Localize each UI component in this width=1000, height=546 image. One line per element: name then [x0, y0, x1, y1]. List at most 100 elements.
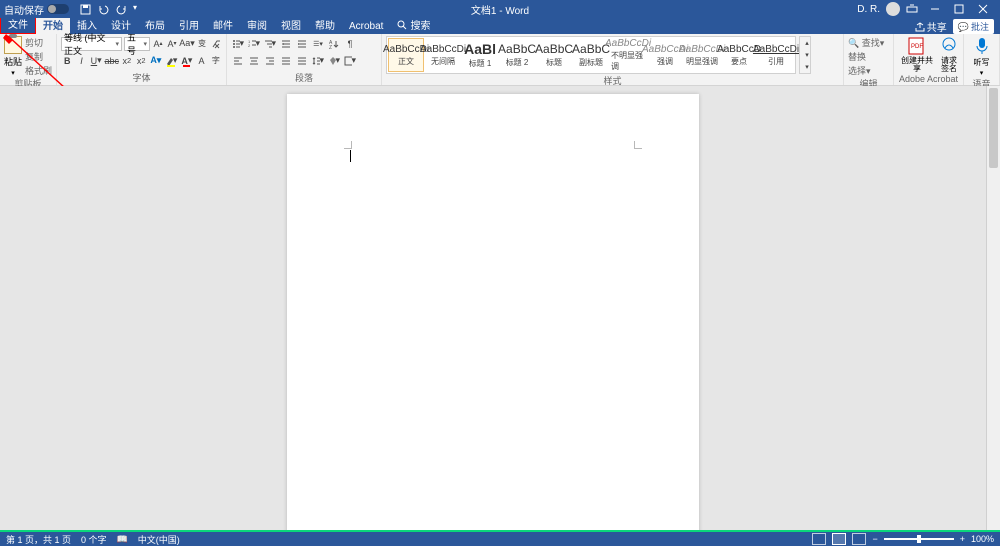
underline-icon[interactable]: U▾	[90, 54, 103, 68]
avatar[interactable]	[886, 2, 900, 16]
font-size-combo[interactable]: 五号▾	[124, 37, 150, 51]
format-painter-button[interactable]: 格式刷	[25, 64, 52, 77]
text-effects-icon[interactable]: A▾	[149, 54, 162, 68]
style-preview: AaBbCcDi	[753, 44, 799, 55]
change-case-icon[interactable]: Aa▾	[180, 37, 194, 51]
style-name-label: 引用	[768, 56, 784, 67]
save-icon[interactable]	[79, 3, 91, 15]
style-item-0[interactable]: AaBbCcDi正文	[388, 38, 424, 72]
style-item-1[interactable]: AaBbCcDi无间隔	[425, 38, 461, 72]
distribute-icon[interactable]	[295, 54, 309, 68]
char-shading-icon[interactable]: A	[195, 54, 207, 68]
phonetic-guide-icon[interactable]: 变	[196, 37, 208, 51]
chevron-down-icon[interactable]: ▾	[11, 69, 15, 77]
align-left-icon[interactable]	[231, 54, 245, 68]
highlight-icon[interactable]: ▾	[164, 54, 178, 68]
cut-button[interactable]: 剪切	[25, 36, 52, 49]
redo-icon[interactable]	[115, 3, 127, 15]
style-item-4[interactable]: AaBbC标题	[536, 38, 572, 72]
gallery-more-icon[interactable]: ▾	[800, 61, 814, 73]
create-share-pdf-button[interactable]: PDF 创建并共享	[898, 36, 936, 74]
paste-button[interactable]: 粘贴 ▾	[4, 36, 22, 77]
document-title: 文档1 - Word	[471, 2, 529, 17]
close-icon[interactable]	[978, 4, 996, 14]
zoom-out-icon[interactable]: −	[872, 534, 877, 544]
replace-button[interactable]: 替换	[848, 50, 889, 63]
font-family-combo[interactable]: 等线 (中文正文▾	[61, 37, 122, 51]
borders-icon[interactable]: ▾	[343, 54, 357, 68]
style-item-7[interactable]: AaBbCcDi强调	[647, 38, 683, 72]
align-center-icon[interactable]	[247, 54, 261, 68]
style-item-5[interactable]: AaBbC副标题	[573, 38, 609, 72]
enclose-char-icon[interactable]: 字	[210, 54, 222, 68]
share-icon	[915, 22, 925, 32]
increase-indent-icon[interactable]	[295, 37, 309, 51]
svg-text:PDF: PDF	[911, 44, 923, 50]
document-workspace[interactable]	[0, 86, 986, 530]
style-item-6[interactable]: AaBbCcDi不明显强调	[610, 38, 646, 72]
comments-button[interactable]: 💬批注	[953, 19, 994, 34]
align-justify-icon[interactable]	[279, 54, 293, 68]
zoom-value[interactable]: 100%	[971, 534, 994, 544]
asian-layout-icon[interactable]: ☰▾	[311, 37, 325, 51]
style-item-8[interactable]: AaBbCcDi明显强调	[684, 38, 720, 72]
style-item-9[interactable]: AaBbCcD要点	[721, 38, 757, 72]
autosave-toggle[interactable]: 自动保存	[4, 2, 69, 17]
dictate-button[interactable]: 听写 ▾	[972, 36, 992, 77]
spellcheck-icon[interactable]: 📖	[117, 534, 128, 545]
line-spacing-icon[interactable]: ▾	[311, 54, 325, 68]
grow-font-icon[interactable]: A▴	[152, 37, 164, 51]
numbering-icon[interactable]: 12▾	[247, 37, 261, 51]
language-indicator[interactable]: 中文(中国)	[138, 533, 180, 546]
shading-icon[interactable]: ▾	[327, 54, 341, 68]
read-mode-icon[interactable]	[812, 533, 826, 545]
undo-icon[interactable]	[97, 3, 109, 15]
sort-icon[interactable]: AZ	[327, 37, 341, 51]
toggle-switch[interactable]	[47, 4, 69, 14]
print-layout-icon[interactable]	[832, 533, 846, 545]
tab-acrobat[interactable]: Acrobat	[342, 19, 390, 34]
style-item-2[interactable]: AaBl标题 1	[462, 38, 498, 72]
maximize-icon[interactable]	[954, 4, 972, 14]
zoom-slider[interactable]	[884, 538, 954, 540]
align-right-icon[interactable]	[263, 54, 277, 68]
style-item-3[interactable]: AaBbC标题 2	[499, 38, 535, 72]
clear-format-icon[interactable]	[210, 37, 222, 51]
show-marks-icon[interactable]: ¶	[343, 37, 357, 51]
gallery-down-icon[interactable]: ▾	[800, 49, 814, 61]
ribbon-tabs: 文件 开始 插入 设计 布局 引用 邮件 审阅 视图 帮助 Acrobat 搜索…	[0, 18, 1000, 34]
strikethrough-icon[interactable]: abc	[105, 54, 119, 68]
group-paragraph: ▾ 12▾ ▾ ☰▾ AZ ¶ ▾ ▾ ▾ 段落	[227, 34, 382, 85]
bold-icon[interactable]: B	[61, 54, 73, 68]
vertical-scrollbar[interactable]	[986, 86, 1000, 530]
style-name-label: 无间隔	[431, 56, 455, 67]
select-button[interactable]: 选择▾	[848, 64, 889, 77]
style-item-10[interactable]: AaBbCcDi引用	[758, 38, 794, 72]
qat-more-icon[interactable]: ▾	[133, 3, 137, 15]
shrink-font-icon[interactable]: A▾	[166, 37, 178, 51]
user-initials[interactable]: D. R.	[857, 4, 880, 15]
superscript-icon[interactable]: x2	[135, 54, 147, 68]
page-indicator[interactable]: 第 1 页，共 1 页	[6, 533, 71, 546]
multilevel-icon[interactable]: ▾	[263, 37, 277, 51]
styles-gallery[interactable]: AaBbCcDi正文AaBbCcDi无间隔AaBl标题 1AaBbC标题 2Aa…	[386, 36, 796, 74]
font-color-icon[interactable]: A▾	[180, 54, 193, 68]
web-layout-icon[interactable]	[852, 533, 866, 545]
share-button[interactable]: 共享	[915, 19, 947, 34]
decrease-indent-icon[interactable]	[279, 37, 293, 51]
document-page[interactable]	[287, 94, 699, 530]
scrollbar-thumb[interactable]	[989, 88, 998, 168]
find-button[interactable]: 🔍 查找▾	[848, 36, 889, 49]
ribbon-options-icon[interactable]	[906, 4, 924, 14]
copy-button[interactable]: 复制	[25, 50, 52, 63]
word-count[interactable]: 0 个字	[81, 533, 107, 546]
zoom-in-icon[interactable]: +	[960, 534, 965, 544]
minimize-icon[interactable]	[930, 4, 948, 14]
bullets-icon[interactable]: ▾	[231, 37, 245, 51]
subscript-icon[interactable]: x2	[121, 54, 133, 68]
group-font: 等线 (中文正文▾ 五号▾ A▴ A▾ Aa▾ 变 B I U▾ abc x2 …	[57, 34, 227, 85]
request-sign-button[interactable]: 请求 签名	[939, 36, 959, 74]
italic-icon[interactable]: I	[75, 54, 87, 68]
text-cursor	[350, 150, 351, 162]
gallery-up-icon[interactable]: ▴	[800, 37, 814, 49]
